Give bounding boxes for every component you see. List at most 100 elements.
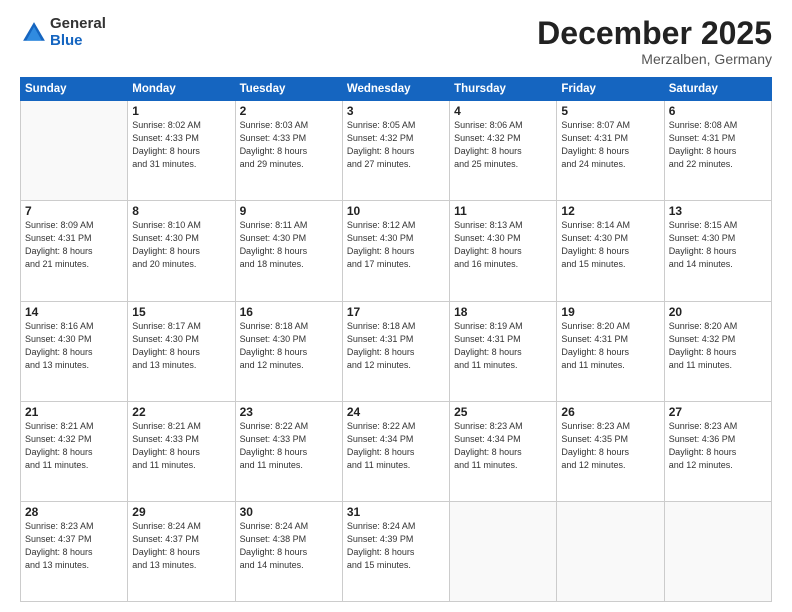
- cell-info: Sunrise: 8:22 AMSunset: 4:33 PMDaylight:…: [240, 420, 338, 472]
- calendar-cell: 24Sunrise: 8:22 AMSunset: 4:34 PMDayligh…: [342, 401, 449, 501]
- cell-day-number: 1: [132, 104, 230, 118]
- cell-info: Sunrise: 8:21 AMSunset: 4:32 PMDaylight:…: [25, 420, 123, 472]
- calendar-cell: 6Sunrise: 8:08 AMSunset: 4:31 PMDaylight…: [664, 101, 771, 201]
- calendar-cell: 26Sunrise: 8:23 AMSunset: 4:35 PMDayligh…: [557, 401, 664, 501]
- cell-info: Sunrise: 8:16 AMSunset: 4:30 PMDaylight:…: [25, 320, 123, 372]
- calendar: SundayMondayTuesdayWednesdayThursdayFrid…: [20, 77, 772, 602]
- month-title: December 2025: [537, 16, 772, 51]
- cell-day-number: 19: [561, 305, 659, 319]
- location-subtitle: Merzalben, Germany: [537, 51, 772, 67]
- cell-info: Sunrise: 8:20 AMSunset: 4:31 PMDaylight:…: [561, 320, 659, 372]
- calendar-cell: 19Sunrise: 8:20 AMSunset: 4:31 PMDayligh…: [557, 301, 664, 401]
- cell-info: Sunrise: 8:06 AMSunset: 4:32 PMDaylight:…: [454, 119, 552, 171]
- calendar-cell: 1Sunrise: 8:02 AMSunset: 4:33 PMDaylight…: [128, 101, 235, 201]
- weekday-header-sunday: Sunday: [21, 78, 128, 101]
- cell-day-number: 28: [25, 505, 123, 519]
- logo-icon: [20, 19, 48, 47]
- calendar-cell: 27Sunrise: 8:23 AMSunset: 4:36 PMDayligh…: [664, 401, 771, 501]
- cell-info: Sunrise: 8:14 AMSunset: 4:30 PMDaylight:…: [561, 219, 659, 271]
- calendar-cell: 12Sunrise: 8:14 AMSunset: 4:30 PMDayligh…: [557, 201, 664, 301]
- cell-day-number: 16: [240, 305, 338, 319]
- calendar-cell: [21, 101, 128, 201]
- calendar-cell: 3Sunrise: 8:05 AMSunset: 4:32 PMDaylight…: [342, 101, 449, 201]
- cell-day-number: 21: [25, 405, 123, 419]
- calendar-cell: 31Sunrise: 8:24 AMSunset: 4:39 PMDayligh…: [342, 501, 449, 601]
- week-row-5: 28Sunrise: 8:23 AMSunset: 4:37 PMDayligh…: [21, 501, 772, 601]
- calendar-cell: 8Sunrise: 8:10 AMSunset: 4:30 PMDaylight…: [128, 201, 235, 301]
- week-row-4: 21Sunrise: 8:21 AMSunset: 4:32 PMDayligh…: [21, 401, 772, 501]
- calendar-cell: 29Sunrise: 8:24 AMSunset: 4:37 PMDayligh…: [128, 501, 235, 601]
- cell-day-number: 20: [669, 305, 767, 319]
- logo-blue: Blue: [50, 33, 106, 50]
- cell-info: Sunrise: 8:02 AMSunset: 4:33 PMDaylight:…: [132, 119, 230, 171]
- weekday-header-tuesday: Tuesday: [235, 78, 342, 101]
- week-row-3: 14Sunrise: 8:16 AMSunset: 4:30 PMDayligh…: [21, 301, 772, 401]
- calendar-cell: 20Sunrise: 8:20 AMSunset: 4:32 PMDayligh…: [664, 301, 771, 401]
- calendar-cell: 7Sunrise: 8:09 AMSunset: 4:31 PMDaylight…: [21, 201, 128, 301]
- calendar-cell: [664, 501, 771, 601]
- cell-info: Sunrise: 8:07 AMSunset: 4:31 PMDaylight:…: [561, 119, 659, 171]
- page: General Blue December 2025 Merzalben, Ge…: [0, 0, 792, 612]
- cell-day-number: 2: [240, 104, 338, 118]
- cell-info: Sunrise: 8:12 AMSunset: 4:30 PMDaylight:…: [347, 219, 445, 271]
- cell-day-number: 8: [132, 204, 230, 218]
- calendar-cell: 28Sunrise: 8:23 AMSunset: 4:37 PMDayligh…: [21, 501, 128, 601]
- cell-day-number: 29: [132, 505, 230, 519]
- cell-day-number: 30: [240, 505, 338, 519]
- calendar-cell: 11Sunrise: 8:13 AMSunset: 4:30 PMDayligh…: [450, 201, 557, 301]
- cell-info: Sunrise: 8:03 AMSunset: 4:33 PMDaylight:…: [240, 119, 338, 171]
- weekday-header-friday: Friday: [557, 78, 664, 101]
- calendar-cell: 23Sunrise: 8:22 AMSunset: 4:33 PMDayligh…: [235, 401, 342, 501]
- cell-info: Sunrise: 8:20 AMSunset: 4:32 PMDaylight:…: [669, 320, 767, 372]
- header: General Blue December 2025 Merzalben, Ge…: [20, 16, 772, 67]
- cell-info: Sunrise: 8:24 AMSunset: 4:38 PMDaylight:…: [240, 520, 338, 572]
- cell-day-number: 26: [561, 405, 659, 419]
- cell-info: Sunrise: 8:10 AMSunset: 4:30 PMDaylight:…: [132, 219, 230, 271]
- cell-info: Sunrise: 8:15 AMSunset: 4:30 PMDaylight:…: [669, 219, 767, 271]
- cell-day-number: 23: [240, 405, 338, 419]
- calendar-cell: 15Sunrise: 8:17 AMSunset: 4:30 PMDayligh…: [128, 301, 235, 401]
- cell-day-number: 6: [669, 104, 767, 118]
- calendar-cell: 21Sunrise: 8:21 AMSunset: 4:32 PMDayligh…: [21, 401, 128, 501]
- cell-info: Sunrise: 8:09 AMSunset: 4:31 PMDaylight:…: [25, 219, 123, 271]
- calendar-cell: [557, 501, 664, 601]
- calendar-cell: 30Sunrise: 8:24 AMSunset: 4:38 PMDayligh…: [235, 501, 342, 601]
- cell-day-number: 3: [347, 104, 445, 118]
- cell-info: Sunrise: 8:11 AMSunset: 4:30 PMDaylight:…: [240, 219, 338, 271]
- cell-day-number: 7: [25, 204, 123, 218]
- calendar-cell: 14Sunrise: 8:16 AMSunset: 4:30 PMDayligh…: [21, 301, 128, 401]
- cell-info: Sunrise: 8:08 AMSunset: 4:31 PMDaylight:…: [669, 119, 767, 171]
- cell-day-number: 15: [132, 305, 230, 319]
- cell-info: Sunrise: 8:17 AMSunset: 4:30 PMDaylight:…: [132, 320, 230, 372]
- calendar-cell: [450, 501, 557, 601]
- cell-info: Sunrise: 8:05 AMSunset: 4:32 PMDaylight:…: [347, 119, 445, 171]
- cell-day-number: 17: [347, 305, 445, 319]
- cell-day-number: 4: [454, 104, 552, 118]
- week-row-1: 1Sunrise: 8:02 AMSunset: 4:33 PMDaylight…: [21, 101, 772, 201]
- cell-info: Sunrise: 8:23 AMSunset: 4:37 PMDaylight:…: [25, 520, 123, 572]
- cell-day-number: 11: [454, 204, 552, 218]
- cell-info: Sunrise: 8:24 AMSunset: 4:39 PMDaylight:…: [347, 520, 445, 572]
- calendar-cell: 5Sunrise: 8:07 AMSunset: 4:31 PMDaylight…: [557, 101, 664, 201]
- weekday-header-thursday: Thursday: [450, 78, 557, 101]
- logo: General Blue: [20, 16, 106, 49]
- cell-day-number: 25: [454, 405, 552, 419]
- cell-day-number: 14: [25, 305, 123, 319]
- logo-general: General: [50, 16, 106, 33]
- calendar-cell: 25Sunrise: 8:23 AMSunset: 4:34 PMDayligh…: [450, 401, 557, 501]
- calendar-cell: 13Sunrise: 8:15 AMSunset: 4:30 PMDayligh…: [664, 201, 771, 301]
- cell-info: Sunrise: 8:18 AMSunset: 4:30 PMDaylight:…: [240, 320, 338, 372]
- cell-day-number: 5: [561, 104, 659, 118]
- cell-day-number: 12: [561, 204, 659, 218]
- cell-info: Sunrise: 8:23 AMSunset: 4:35 PMDaylight:…: [561, 420, 659, 472]
- cell-day-number: 18: [454, 305, 552, 319]
- calendar-cell: 16Sunrise: 8:18 AMSunset: 4:30 PMDayligh…: [235, 301, 342, 401]
- calendar-cell: 22Sunrise: 8:21 AMSunset: 4:33 PMDayligh…: [128, 401, 235, 501]
- cell-info: Sunrise: 8:24 AMSunset: 4:37 PMDaylight:…: [132, 520, 230, 572]
- title-block: December 2025 Merzalben, Germany: [537, 16, 772, 67]
- cell-info: Sunrise: 8:18 AMSunset: 4:31 PMDaylight:…: [347, 320, 445, 372]
- cell-day-number: 31: [347, 505, 445, 519]
- cell-day-number: 10: [347, 204, 445, 218]
- calendar-cell: 2Sunrise: 8:03 AMSunset: 4:33 PMDaylight…: [235, 101, 342, 201]
- cell-info: Sunrise: 8:19 AMSunset: 4:31 PMDaylight:…: [454, 320, 552, 372]
